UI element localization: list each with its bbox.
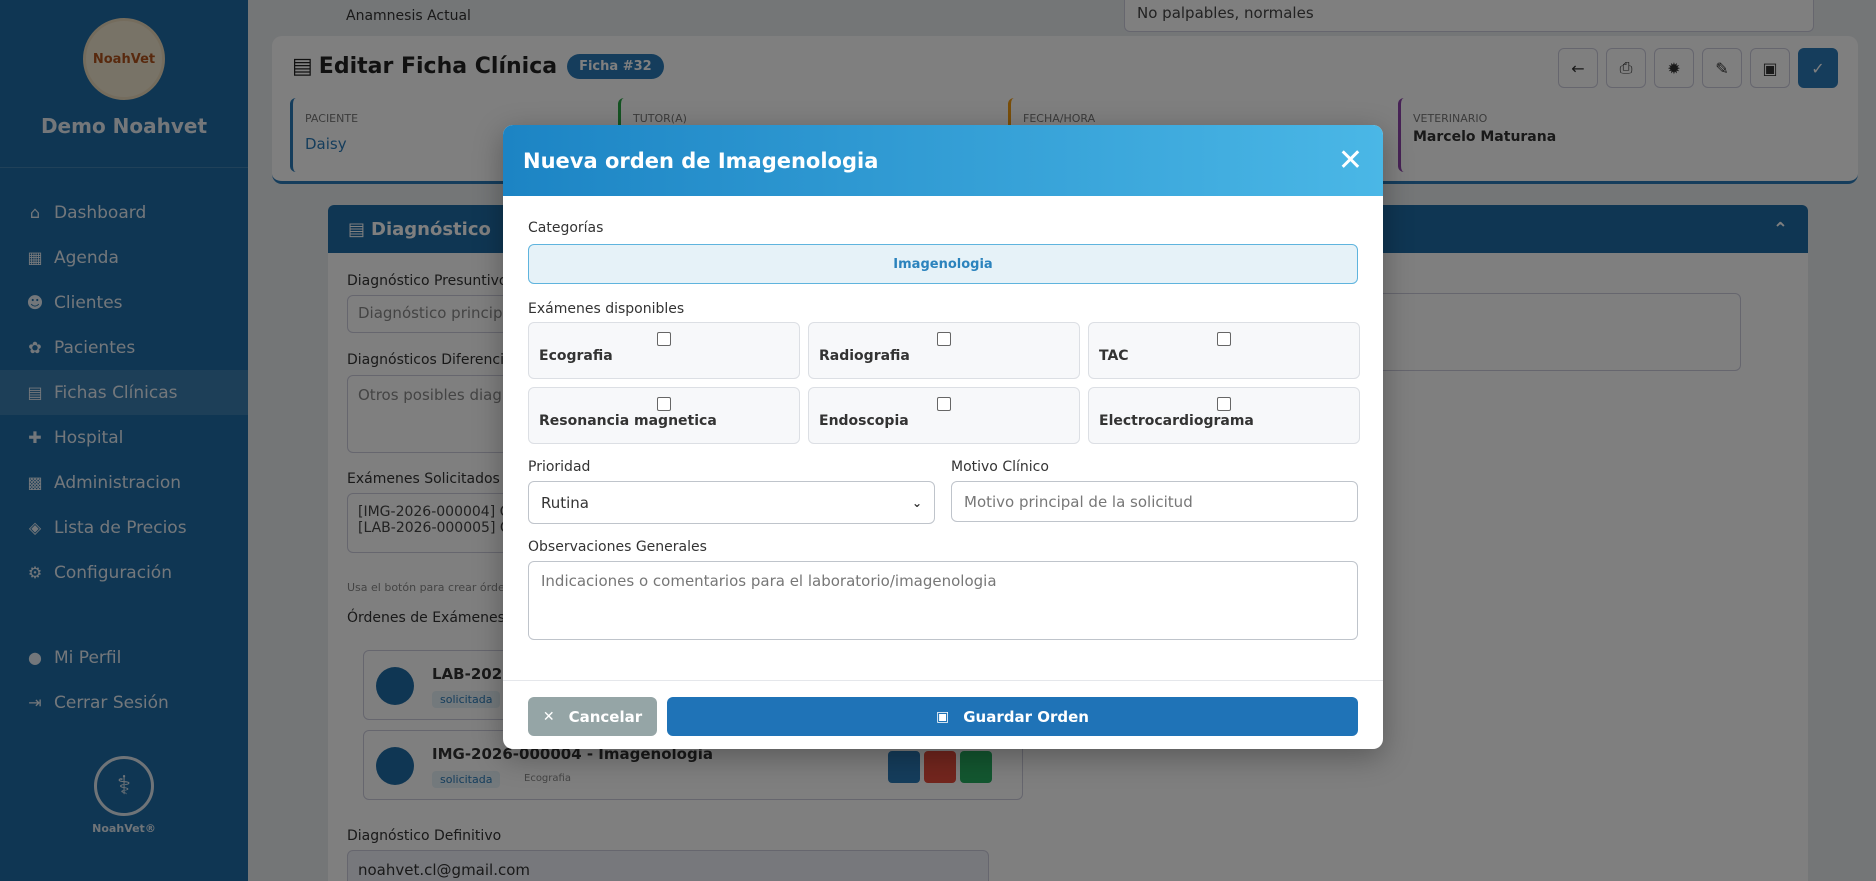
exam-checkbox[interactable] [657,332,671,346]
modal-header: Nueva orden de Imagenologia ✕ [503,125,1383,196]
motivo-label: Motivo Clínico [951,459,1049,475]
exam-label: TAC [1099,348,1129,364]
save-label: Guardar Orden [963,707,1089,726]
observaciones-label: Observaciones Generales [528,539,707,555]
category-imagenologia-button[interactable]: Imagenologia [528,244,1358,284]
priority-motivo-row: Prioridad Rutina ⌄ Motivo Clínico Motivo… [528,459,1358,524]
exam-label: Endoscopia [819,413,909,429]
observaciones-textarea[interactable]: Indicaciones o comentarios para el labor… [528,561,1358,640]
guardar-orden-button[interactable]: ▣ Guardar Orden [667,697,1358,736]
prioridad-group: Prioridad Rutina ⌄ [528,459,935,524]
exam-label: Ecografia [539,348,613,364]
exam-checkbox[interactable] [1217,397,1231,411]
exam-option-tac[interactable]: TAC [1088,322,1360,379]
exams-grid: Ecografia Radiografia TAC Resonancia mag… [528,322,1360,444]
exam-checkbox[interactable] [937,397,951,411]
cancel-label: Cancelar [568,707,643,726]
exam-label: Electrocardiograma [1099,413,1254,429]
x-icon: ✕ [542,708,555,725]
exam-option-electrocardiograma[interactable]: Electrocardiograma [1088,387,1360,444]
modal-title: Nueva orden de Imagenologia [523,148,879,173]
exam-checkbox[interactable] [1217,332,1231,346]
exam-checkbox[interactable] [657,397,671,411]
modal-body: Categorías Imagenologia Exámenes disponi… [503,196,1383,640]
close-icon[interactable]: ✕ [1338,145,1363,176]
save-icon: ▣ [936,708,950,725]
chevron-down-icon: ⌄ [911,495,922,510]
exam-label: Radiografia [819,348,910,364]
exam-option-resonancia[interactable]: Resonancia magnetica [528,387,800,444]
prioridad-select[interactable]: Rutina ⌄ [528,481,935,524]
exam-option-radiografia[interactable]: Radiografia [808,322,1080,379]
modal-footer: ✕ Cancelar ▣ Guardar Orden [503,680,1383,749]
nueva-orden-modal: Nueva orden de Imagenologia ✕ Categorías… [503,125,1383,749]
exam-checkbox[interactable] [937,332,951,346]
motivo-input[interactable]: Motivo principal de la solicitud [951,481,1358,522]
prioridad-label: Prioridad [528,459,591,475]
exam-label: Resonancia magnetica [539,413,717,429]
categorias-label: Categorías [528,220,604,236]
cancel-button[interactable]: ✕ Cancelar [528,697,657,736]
exam-option-ecografia[interactable]: Ecografia [528,322,800,379]
motivo-group: Motivo Clínico Motivo principal de la so… [951,459,1358,524]
examenes-label: Exámenes disponibles [528,301,685,317]
prioridad-value: Rutina [541,493,590,512]
exam-option-endoscopia[interactable]: Endoscopia [808,387,1080,444]
